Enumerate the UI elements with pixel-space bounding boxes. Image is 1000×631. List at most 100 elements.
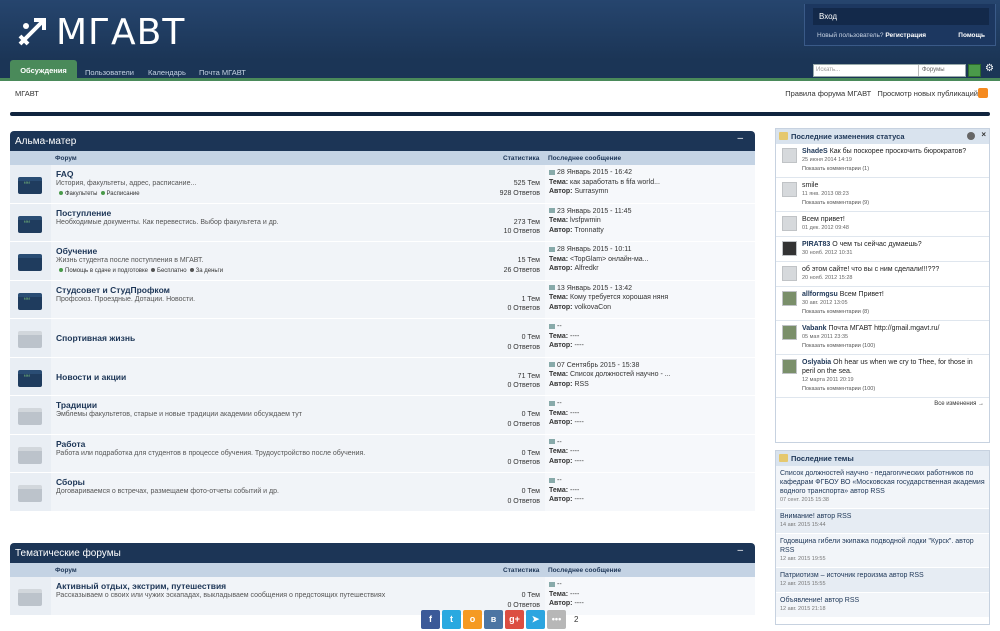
author-link[interactable]: RSS xyxy=(573,381,588,388)
forum-title-link[interactable]: Новости и акции xyxy=(56,372,430,382)
last-post-date-text[interactable]: -- xyxy=(557,439,562,446)
show-comments-link[interactable]: Показать комментарии (9) xyxy=(802,199,985,208)
recent-topic-item[interactable]: Годовщина гибели экипажа подводной лодки… xyxy=(776,534,989,568)
author-link[interactable]: ---- xyxy=(573,600,583,607)
last-post-date-text[interactable]: 23 Январь 2015 - 11:45 xyxy=(557,208,631,215)
show-comments-link[interactable]: Показать комментарии (100) xyxy=(802,385,985,394)
close-icon[interactable]: × xyxy=(981,130,986,139)
show-comments-link[interactable]: Показать комментарии (8) xyxy=(802,308,985,317)
last-post-date-text[interactable]: -- xyxy=(557,323,562,330)
topic-link[interactable]: ---- xyxy=(568,591,579,598)
recent-topic-text[interactable]: Объявление! автор RSS xyxy=(780,597,859,604)
subforum-link[interactable]: Расписание xyxy=(107,191,140,197)
rss-icon[interactable] xyxy=(978,88,988,98)
author-link[interactable]: Alfredkr xyxy=(573,265,598,272)
status-author[interactable]: ShadeS xyxy=(802,148,830,155)
subforum-link[interactable]: Помощь в сдаче и подготовке xyxy=(65,268,148,274)
avatar[interactable] xyxy=(782,325,797,340)
forum-title-link[interactable]: FAQ xyxy=(56,169,430,179)
topic-link[interactable]: <TopGlam> онлайн-ма... xyxy=(568,256,649,263)
recent-topic-text[interactable]: Патриотизм – источник героизма автор RSS xyxy=(780,572,924,579)
breadcrumb[interactable]: МГАВТ xyxy=(15,89,39,98)
author-link[interactable]: ---- xyxy=(573,342,583,349)
author-link[interactable]: ---- xyxy=(573,496,583,503)
avatar[interactable] xyxy=(782,182,797,197)
last-post-date-text[interactable]: -- xyxy=(557,581,562,588)
last-post-date-text[interactable]: -- xyxy=(557,400,562,407)
recent-topic-item[interactable]: Патриотизм – источник героизма автор RSS… xyxy=(776,568,989,593)
avatar[interactable] xyxy=(782,216,797,231)
recent-topic-text[interactable]: Список должностей научно - педагогически… xyxy=(780,470,985,495)
odnoklassniki-icon[interactable]: о xyxy=(463,609,482,629)
more-icon[interactable]: ••• xyxy=(547,609,566,629)
tab-discussions[interactable]: Обсуждения xyxy=(10,60,77,81)
telegram-icon[interactable]: ➤ xyxy=(526,609,545,629)
forum-rules-link[interactable]: Правила форума МГАВТ xyxy=(785,89,871,98)
help-link[interactable]: Помощь xyxy=(958,32,985,39)
site-logo[interactable]: МГАВТ xyxy=(14,12,185,53)
search-button[interactable] xyxy=(968,64,981,77)
show-comments-link[interactable]: Показать комментарии (1) xyxy=(802,165,985,174)
author-link[interactable]: ---- xyxy=(573,419,583,426)
avatar[interactable] xyxy=(782,359,797,374)
forum-title-link[interactable]: Спортивная жизнь xyxy=(56,333,430,343)
search-input[interactable]: Искать... xyxy=(816,67,912,73)
subforum-link[interactable]: За деньги xyxy=(196,268,223,274)
last-post-date-text[interactable]: 07 Сентябрь 2015 - 15:38 xyxy=(557,362,639,369)
avatar[interactable] xyxy=(782,266,797,281)
topic-link[interactable]: lvsfpwmin xyxy=(568,217,601,224)
forum-title-link[interactable]: Обучение xyxy=(56,246,430,256)
forum-title-link[interactable]: Сборы xyxy=(56,477,430,487)
author-link[interactable]: volkovaCon xyxy=(573,304,611,311)
avatar[interactable] xyxy=(782,148,797,163)
status-author[interactable]: PIRAT83 xyxy=(802,241,832,248)
subforum-link[interactable]: Бесплатно xyxy=(157,268,187,274)
googleplus-icon[interactable]: g+ xyxy=(505,609,524,629)
status-author[interactable]: Vabank xyxy=(802,325,828,332)
forum-title-link[interactable]: Поступление xyxy=(56,208,430,218)
topic-link[interactable]: ---- xyxy=(568,487,579,494)
avatar[interactable] xyxy=(782,241,797,256)
status-author[interactable]: allformgsu xyxy=(802,291,840,298)
recent-topic-item[interactable]: Внимание! автор RSS 14 авг. 2015 15:44 xyxy=(776,509,989,534)
forum-title-link[interactable]: Работа xyxy=(56,439,430,449)
last-post-date-text[interactable]: 28 Январь 2015 - 16:42 xyxy=(557,169,632,176)
topic-link[interactable]: как заработать в fifa world... xyxy=(568,179,660,186)
collapse-icon[interactable]: – xyxy=(737,133,743,144)
author-link[interactable]: ---- xyxy=(573,458,583,465)
recent-topic-item[interactable]: Список должностей научно - педагогически… xyxy=(776,466,989,509)
new-posts-link[interactable]: Просмотр новых публикаций xyxy=(877,89,978,98)
register-link[interactable]: Регистрация xyxy=(885,32,926,39)
last-post-date-text[interactable]: -- xyxy=(557,477,562,484)
gear-icon[interactable]: ⚙ xyxy=(985,63,994,74)
recent-topic-item[interactable]: Объявление! автор RSS 12 авг. 2015 21:18 xyxy=(776,593,989,618)
tab-users[interactable]: Пользователи xyxy=(85,63,134,81)
search-scope-select[interactable]: Форумы xyxy=(918,65,966,76)
author-link[interactable]: Tronnatty xyxy=(573,227,603,234)
forum-title-link[interactable]: Традиции xyxy=(56,400,430,410)
topic-link[interactable]: ---- xyxy=(568,410,579,417)
author-link[interactable]: Surrasymn xyxy=(573,188,608,195)
topic-link[interactable]: Кому требуется хорошая няня xyxy=(568,294,668,301)
forum-title-link[interactable]: Студсовет и СтудПрофком xyxy=(56,285,430,295)
login-button[interactable]: Вход xyxy=(813,8,989,25)
last-post-date-text[interactable]: 13 Январь 2015 - 13:42 xyxy=(557,285,632,292)
collapse-icon[interactable]: – xyxy=(737,545,743,556)
subforum-link[interactable]: Факультеты xyxy=(65,191,98,197)
tab-mail[interactable]: Почта МГАВТ xyxy=(199,63,246,81)
status-author[interactable]: Oslyabia xyxy=(802,359,833,366)
recent-topic-text[interactable]: Годовщина гибели экипажа подводной лодки… xyxy=(780,538,974,554)
tab-calendar[interactable]: Календарь xyxy=(148,63,186,81)
topic-link[interactable]: ---- xyxy=(568,448,579,455)
minimize-icon[interactable] xyxy=(967,132,975,140)
topic-link[interactable]: ---- xyxy=(568,333,579,340)
recent-topic-text[interactable]: Внимание! автор RSS xyxy=(780,513,851,520)
all-status-link[interactable]: Все изменения → xyxy=(776,398,989,410)
show-comments-link[interactable]: Показать комментарии (100) xyxy=(802,342,985,351)
avatar[interactable] xyxy=(782,291,797,306)
vkontakte-icon[interactable]: в xyxy=(484,609,503,629)
topic-link[interactable]: Список должностей научно - ... xyxy=(568,371,671,378)
last-post-date-text[interactable]: 28 Январь 2015 - 10:11 xyxy=(557,246,631,253)
twitter-icon[interactable]: t xyxy=(442,609,461,629)
forum-title-link[interactable]: Активный отдых, экстрим, путешествия xyxy=(56,581,430,591)
